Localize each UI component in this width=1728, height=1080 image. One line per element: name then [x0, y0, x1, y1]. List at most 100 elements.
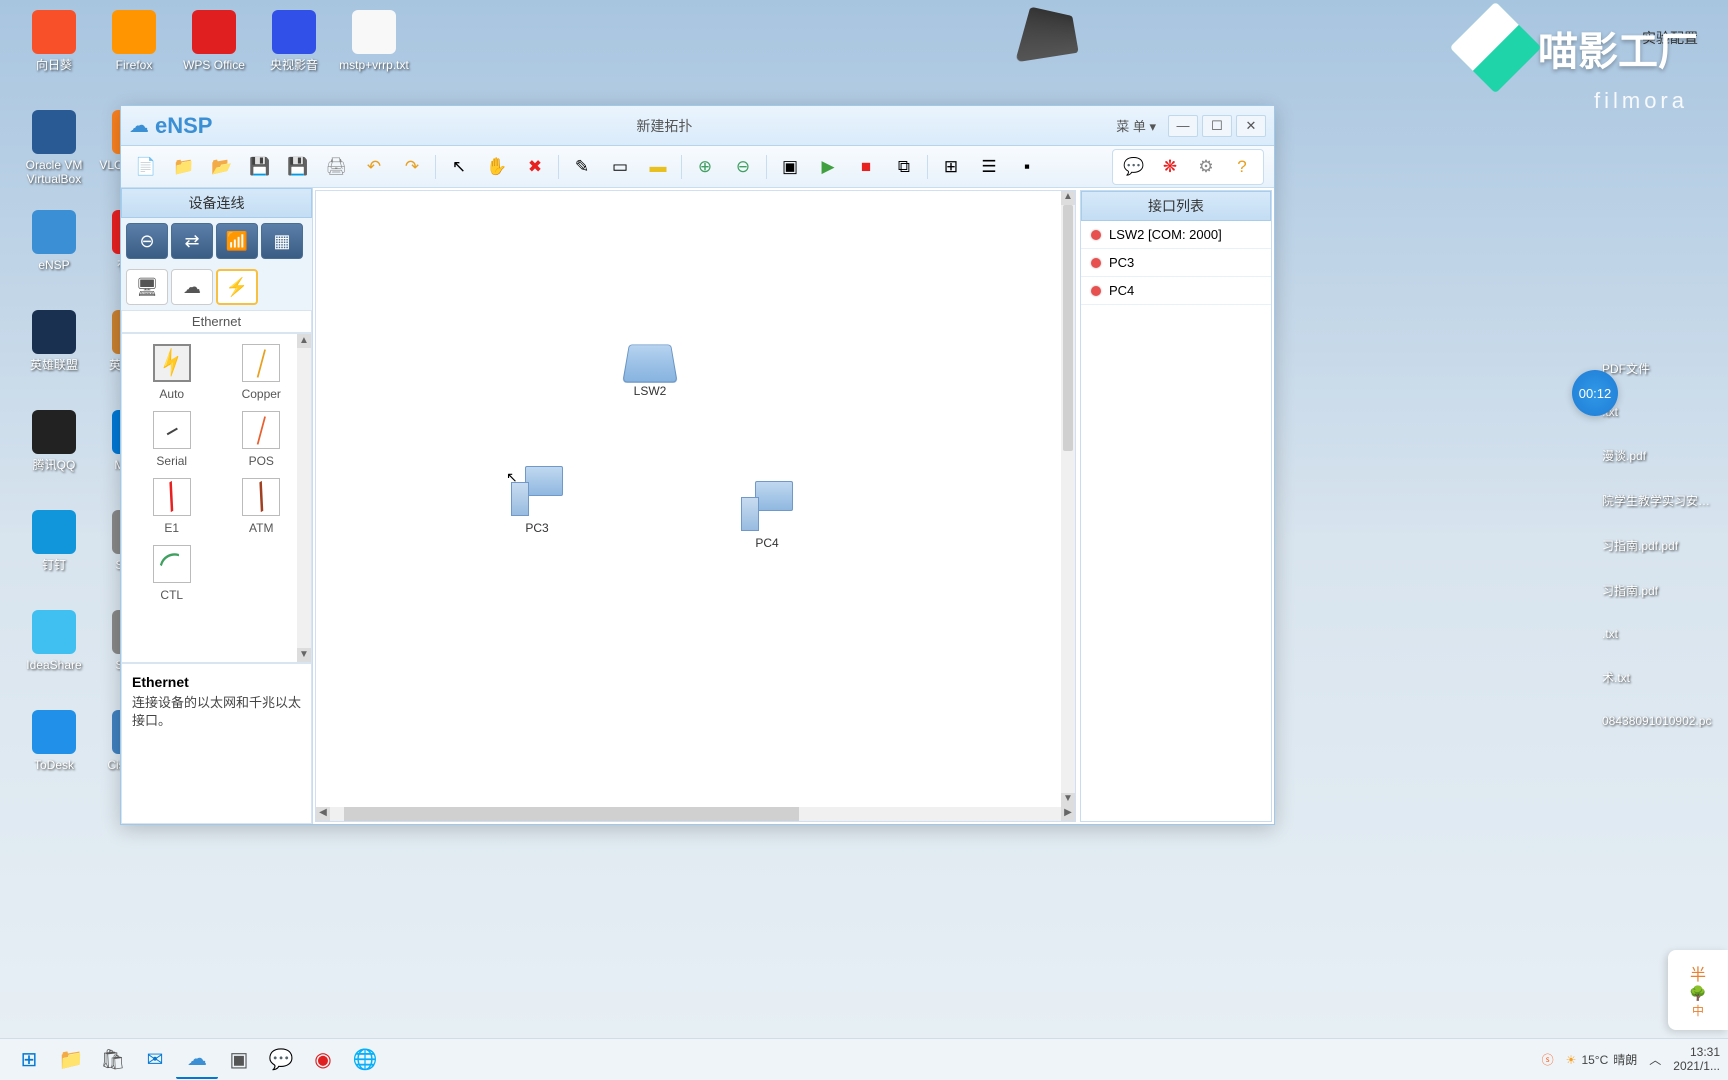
- desktop-icon[interactable]: eNSP: [18, 210, 90, 272]
- maximize-button[interactable]: ☐: [1202, 115, 1232, 137]
- description-text: 连接设备的以太网和千兆以太接口。: [132, 694, 301, 730]
- message-button[interactable]: 💬: [1119, 152, 1149, 182]
- desktop-icon[interactable]: IdeaShare: [18, 610, 90, 672]
- device-pc[interactable]: PC3: [511, 466, 563, 535]
- settings-button[interactable]: ⚙: [1191, 152, 1221, 182]
- tray-icon[interactable]: ⓢ: [1542, 1051, 1554, 1068]
- desktop-icon[interactable]: 向日葵: [18, 10, 90, 72]
- interface-row[interactable]: LSW2 [COM: 2000]: [1081, 221, 1271, 249]
- desktop-file-label[interactable]: .txt: [1596, 405, 1716, 419]
- cable-item[interactable]: ／POS: [222, 411, 302, 468]
- terminal-button[interactable]: ▪: [1012, 152, 1042, 182]
- cable-item[interactable]: ／Copper: [222, 344, 302, 401]
- recording-timer[interactable]: 00:12: [1572, 370, 1618, 416]
- task-edge[interactable]: 🌐: [344, 1041, 386, 1079]
- task-store[interactable]: 🛍: [92, 1041, 134, 1079]
- list-button[interactable]: ☰: [974, 152, 1004, 182]
- cable-item[interactable]: ⚡Auto: [132, 344, 212, 401]
- category-router[interactable]: ⊖: [126, 223, 168, 259]
- weather-widget[interactable]: ☀ 15°C 晴朗: [1566, 1051, 1638, 1068]
- stop-button[interactable]: ■: [851, 152, 881, 182]
- task-netease[interactable]: ◉: [302, 1041, 344, 1079]
- category-host[interactable]: 🖥: [126, 269, 168, 305]
- desktop-file-label[interactable]: 术.txt: [1596, 669, 1716, 686]
- taskbar: ⊞ 📁 🛍 ✉ ☁ ▣ 💬 ◉ 🌐 ⓢ ☀ 15°C 晴朗 ︿ 13:31 20…: [0, 1038, 1728, 1080]
- task-hcl[interactable]: ▣: [218, 1041, 260, 1079]
- folder-button[interactable]: 📂: [207, 152, 237, 182]
- rect-button[interactable]: ▭: [605, 152, 635, 182]
- new-button[interactable]: 📄: [131, 152, 161, 182]
- category-firewall[interactable]: ▦: [261, 223, 303, 259]
- redo-button[interactable]: ↷: [397, 152, 427, 182]
- topology-canvas[interactable]: ▲ ▼ LSW2PC3PC4↖: [316, 191, 1075, 807]
- pan-button[interactable]: ✋: [482, 152, 512, 182]
- cable-item[interactable]: ⎯Serial: [132, 411, 212, 468]
- desktop-icon[interactable]: 英雄联盟: [18, 310, 90, 372]
- delete-button[interactable]: ✖: [520, 152, 550, 182]
- task-ensp[interactable]: ☁: [176, 1041, 218, 1079]
- desktop-file-label[interactable]: 习指南.pdf.pdf: [1596, 537, 1716, 554]
- interface-row[interactable]: PC4: [1081, 277, 1271, 305]
- category-switch[interactable]: ⇄: [171, 223, 213, 259]
- desktop-file-label[interactable]: .txt: [1596, 627, 1716, 641]
- desktop-file-label[interactable]: 漫谈.pdf: [1596, 447, 1716, 464]
- start-button[interactable]: ▶: [813, 152, 843, 182]
- interface-row[interactable]: PC3: [1081, 249, 1271, 277]
- desktop-icon[interactable]: 央视影音: [258, 10, 330, 72]
- icon-label: 英雄联盟: [18, 358, 90, 372]
- items-scrollbar[interactable]: ▲ ▼: [297, 334, 311, 662]
- device-switch[interactable]: LSW2: [626, 341, 674, 398]
- fill-rect-button[interactable]: ▬: [643, 152, 673, 182]
- category-cable[interactable]: ⚡: [216, 269, 258, 305]
- task-mail[interactable]: ✉: [134, 1041, 176, 1079]
- help-button[interactable]: ?: [1227, 152, 1257, 182]
- cable-item[interactable]: ╱ATM: [222, 478, 302, 535]
- titlebar[interactable]: ☁ eNSP 新建拓扑 菜 单 ▾ — ☐ ✕: [121, 106, 1274, 146]
- desktop-file-label[interactable]: 08438091010902.pc: [1596, 714, 1716, 728]
- clock[interactable]: 13:31 2021/1...: [1673, 1046, 1720, 1072]
- capture-button[interactable]: ▣: [775, 152, 805, 182]
- desktop-file-label[interactable]: PDF文件: [1596, 360, 1716, 377]
- desktop-icon[interactable]: 钉钉: [18, 510, 90, 572]
- cube-icon[interactable]: [1015, 7, 1079, 63]
- cable-label: CTL: [132, 588, 212, 602]
- category-cloud[interactable]: ☁: [171, 269, 213, 305]
- edit-button[interactable]: ✎: [567, 152, 597, 182]
- zoom-in-button[interactable]: ⊕: [690, 152, 720, 182]
- desktop-icon[interactable]: 腾讯QQ: [18, 410, 90, 472]
- minimize-button[interactable]: —: [1168, 115, 1198, 137]
- canvas-v-scrollbar[interactable]: ▲ ▼: [1061, 191, 1075, 807]
- huawei-button[interactable]: ❋: [1155, 152, 1185, 182]
- desktop-icon[interactable]: Firefox: [98, 10, 170, 72]
- gather-button[interactable]: ⧉: [889, 152, 919, 182]
- desktop-icon[interactable]: mstp+vrrp.txt: [338, 10, 410, 72]
- task-explorer[interactable]: 📁: [50, 1041, 92, 1079]
- scroll-down-icon[interactable]: ▼: [297, 648, 311, 662]
- print-button[interactable]: 🖨: [321, 152, 351, 182]
- zoom-out-button[interactable]: ⊖: [728, 152, 758, 182]
- canvas-h-scrollbar[interactable]: ◀ ▶: [316, 807, 1075, 821]
- desktop-file-label[interactable]: 院学生教学实习安全承...: [1596, 492, 1716, 509]
- task-wechat[interactable]: 💬: [260, 1041, 302, 1079]
- save-button[interactable]: 💾: [245, 152, 275, 182]
- pointer-button[interactable]: ↖: [444, 152, 474, 182]
- menu-dropdown[interactable]: 菜 单 ▾: [1116, 116, 1156, 135]
- tray-chevron[interactable]: ︿: [1649, 1051, 1661, 1068]
- scroll-up-icon[interactable]: ▲: [297, 334, 311, 348]
- undo-button[interactable]: ↶: [359, 152, 389, 182]
- corner-badge[interactable]: 半 🌳 中: [1668, 950, 1728, 1030]
- desktop-icon[interactable]: ToDesk: [18, 710, 90, 772]
- desktop-file-label[interactable]: 习指南.pdf: [1596, 582, 1716, 599]
- topology-button[interactable]: ⊞: [936, 152, 966, 182]
- desktop-icon[interactable]: WPS Office: [178, 10, 250, 72]
- open-button[interactable]: 📁: [169, 152, 199, 182]
- cable-item[interactable]: ╱E1: [132, 478, 212, 535]
- icon-label: 钉钉: [18, 558, 90, 572]
- close-button[interactable]: ✕: [1236, 115, 1266, 137]
- device-pc[interactable]: PC4: [741, 481, 793, 550]
- cable-item[interactable]: ⌒CTL: [132, 545, 212, 602]
- desktop-icon[interactable]: Oracle VM VirtualBox: [18, 110, 90, 187]
- start-button[interactable]: ⊞: [8, 1041, 50, 1079]
- save-as-button[interactable]: 💾: [283, 152, 313, 182]
- category-wlan[interactable]: 📶: [216, 223, 258, 259]
